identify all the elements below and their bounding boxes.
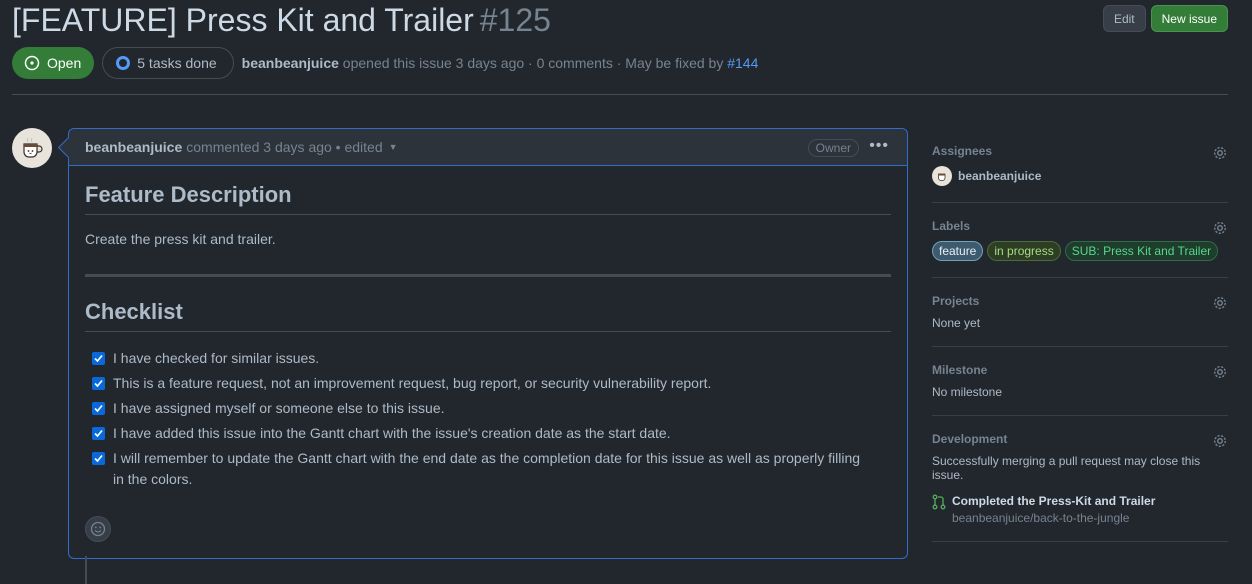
projects-value: None yet — [932, 316, 981, 330]
issue-sidebar: Assignees beanbeanjuice Labels feature i… — [932, 128, 1228, 542]
development-title: Development — [932, 432, 1008, 446]
gear-icon[interactable] — [1212, 220, 1228, 236]
development-text: Successfully merging a pull request may … — [932, 454, 1201, 482]
gear-icon[interactable] — [1212, 145, 1228, 161]
tasks-progress[interactable]: 5 tasks done — [102, 46, 234, 79]
coffee-cup-icon — [937, 173, 945, 181]
avatar — [932, 166, 952, 186]
header-actions: Edit New issue — [1102, 5, 1228, 32]
new-issue-button[interactable]: New issue — [1150, 5, 1228, 32]
development-section: Development Successfully merging a pull … — [932, 416, 1228, 542]
label-sub-press-kit[interactable]: SUB: Press Kit and Trailer — [1064, 241, 1219, 261]
checklist-item: I will remember to update the Gantt char… — [85, 448, 865, 490]
check-icon — [94, 404, 103, 413]
opened-text: opened this issue 3 days ago · 0 comment… — [338, 54, 728, 71]
projects-section: Projects None yet — [932, 278, 1228, 347]
projects-title: Projects — [932, 294, 980, 308]
check-icon — [94, 379, 103, 388]
issue-number: #125 — [479, 2, 551, 38]
description-text: Create the press kit and trailer. — [85, 231, 276, 247]
section-divider — [85, 274, 891, 277]
owner-badge: Owner — [807, 139, 859, 157]
gear-icon[interactable] — [1212, 295, 1228, 311]
assignee-item[interactable]: beanbeanjuice — [932, 166, 1228, 186]
checkbox-checked[interactable] — [92, 427, 105, 440]
author-link[interactable]: beanbeanjuice — [242, 55, 339, 71]
gear-icon[interactable] — [1212, 364, 1228, 380]
add-reaction-button[interactable] — [85, 516, 111, 542]
checklist-item: I have checked for similar issues. — [85, 348, 891, 369]
comment-meta[interactable]: commented 3 days ago • edited — [186, 139, 382, 155]
smiley-icon — [90, 521, 106, 537]
linked-pull-request[interactable]: Completed the Press-Kit and Trailer bean… — [932, 494, 1228, 525]
checklist-item-text: I have checked for similar issues. — [113, 350, 320, 366]
checklist-item-text: This is a feature request, not an improv… — [113, 375, 712, 391]
milestone-title: Milestone — [932, 363, 988, 377]
header-divider — [12, 94, 1228, 95]
checkbox-checked[interactable] — [92, 352, 105, 365]
assignee-name: beanbeanjuice — [958, 169, 1042, 183]
assignees-section: Assignees beanbeanjuice — [932, 128, 1228, 203]
assignees-title: Assignees — [932, 144, 993, 158]
labels-section: Labels feature in progress SUB: Press Ki… — [932, 203, 1228, 278]
checklist: I have checked for similar issues. This … — [85, 348, 891, 490]
gear-icon[interactable] — [1212, 433, 1228, 449]
issue-open-icon — [24, 55, 40, 70]
coffee-cup-icon — [23, 137, 43, 158]
avatar[interactable] — [12, 128, 52, 168]
description-heading: Feature Description — [85, 182, 891, 215]
label-feature[interactable]: feature — [932, 241, 984, 261]
pull-request-info: Completed the Press-Kit and Trailer bean… — [952, 494, 1155, 525]
checkbox-checked[interactable] — [92, 377, 105, 390]
issue-meta-text: beanbeanjuice opened this issue 3 days a… — [242, 55, 759, 71]
comment-author[interactable]: beanbeanjuice — [85, 139, 182, 155]
comment-body: Feature Description Create the press kit… — [69, 166, 907, 490]
more-options-icon[interactable]: ••• — [869, 137, 889, 155]
comment-header: beanbeanjuice commented 3 days ago • edi… — [69, 129, 907, 166]
checklist-item: This is a feature request, not an improv… — [85, 373, 891, 394]
milestone-section: Milestone No milestone — [932, 347, 1228, 416]
check-icon — [94, 454, 103, 463]
checkbox-checked[interactable] — [92, 452, 105, 465]
check-icon — [94, 354, 103, 363]
checklist-item: I have added this issue into the Gantt c… — [85, 423, 891, 444]
milestone-value: No milestone — [932, 385, 1003, 399]
issue-title: [FEATURE] Press Kit and Trailer #125 — [12, 2, 551, 39]
checklist-item-text: I have assigned myself or someone else t… — [113, 400, 445, 416]
issue-comment: beanbeanjuice commented 3 days ago • edi… — [68, 128, 908, 559]
issue-title-text: [FEATURE] Press Kit and Trailer — [12, 2, 474, 38]
progress-ring-icon — [116, 55, 131, 70]
linked-pr-link[interactable]: #144 — [727, 55, 758, 71]
status-badge: Open — [12, 46, 95, 79]
checklist-item: I have assigned myself or someone else t… — [85, 398, 891, 419]
pull-request-title[interactable]: Completed the Press-Kit and Trailer — [952, 494, 1155, 508]
labels-list: feature in progress SUB: Press Kit and T… — [932, 241, 1228, 261]
pull-request-repo[interactable]: beanbeanjuice/back-to-the-jungle — [952, 511, 1155, 525]
check-icon — [94, 429, 103, 438]
chevron-down-icon[interactable]: ▼ — [389, 142, 398, 152]
edit-button[interactable]: Edit — [1102, 5, 1146, 32]
timeline-line — [85, 556, 87, 584]
issue-meta: Open 5 tasks done beanbeanjuice opened t… — [12, 46, 758, 79]
pull-request-icon — [932, 494, 946, 510]
checklist-item-text: I will remember to update the Gantt char… — [113, 450, 861, 487]
labels-title: Labels — [932, 219, 971, 233]
tasks-label: 5 tasks done — [137, 54, 217, 71]
label-in-progress[interactable]: in progress — [987, 241, 1061, 261]
status-label: Open — [47, 54, 82, 71]
checkbox-checked[interactable] — [92, 402, 105, 415]
checklist-item-text: I have added this issue into the Gantt c… — [113, 425, 671, 441]
checklist-heading: Checklist — [85, 299, 891, 332]
